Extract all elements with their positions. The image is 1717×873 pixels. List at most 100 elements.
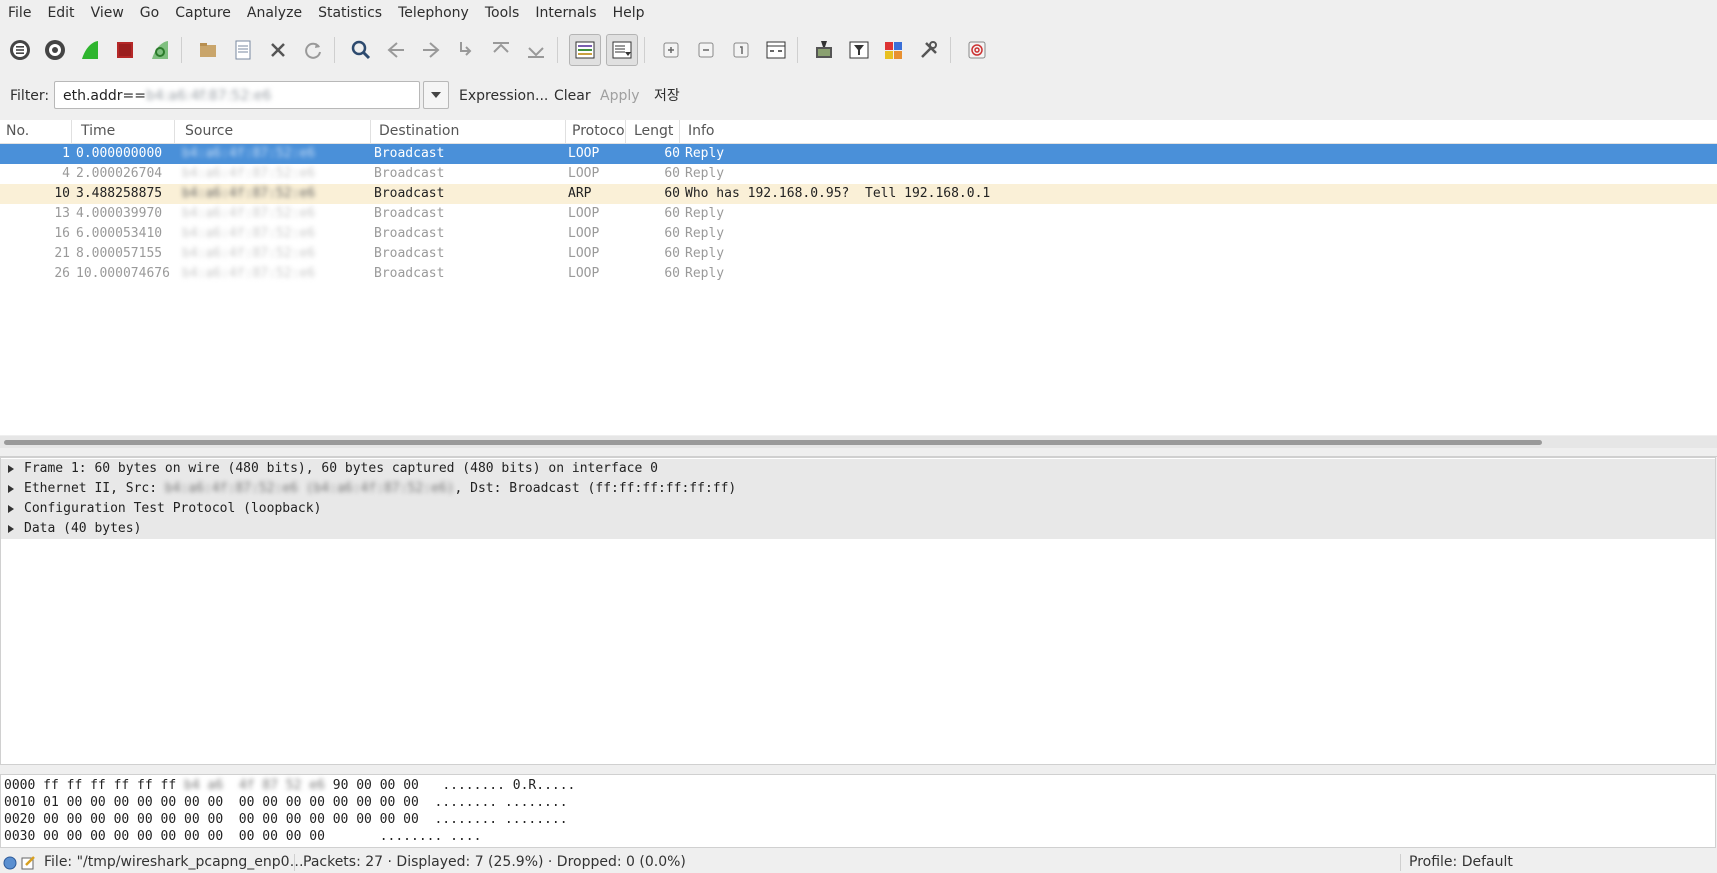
restart-capture-icon[interactable] (145, 35, 175, 65)
options-icon[interactable] (40, 35, 70, 65)
tree-item-loopback[interactable]: Configuration Test Protocol (loopback) (1, 499, 1715, 519)
coloring-rules-icon[interactable] (879, 35, 909, 65)
open-file-icon[interactable] (193, 35, 223, 65)
capture-filters-icon[interactable] (809, 35, 839, 65)
interfaces-icon[interactable] (5, 35, 35, 65)
packet-bytes-pane[interactable]: 0000 ff ff ff ff ff ff b4 a6 4f 87 52 e6… (0, 774, 1716, 848)
capture-comment-icon[interactable] (21, 855, 36, 870)
bytes-hex: ff ff ff ff ff ff (35, 778, 185, 793)
help-icon[interactable] (962, 35, 992, 65)
go-forward-icon[interactable] (416, 35, 446, 65)
column-destination[interactable]: Destination (373, 120, 566, 143)
column-protocol[interactable]: Protocol (566, 120, 626, 143)
column-source[interactable]: Source (179, 120, 371, 143)
last-packet-icon[interactable] (521, 35, 551, 65)
menu-telephony[interactable]: Telephony (390, 0, 477, 27)
filter-dropdown-button[interactable] (423, 81, 449, 109)
column-time[interactable]: Time (75, 120, 175, 143)
main-toolbar (0, 29, 1717, 71)
status-separator (1400, 854, 1401, 871)
toolbar-separator (181, 37, 182, 63)
status-packets: Packets: 27 · Displayed: 7 (25.9%) · Dro… (303, 854, 686, 870)
colorize-icon[interactable] (569, 34, 601, 66)
start-capture-icon[interactable] (75, 35, 105, 65)
save-filter-button[interactable]: 저장 (654, 79, 680, 113)
zoom-out-icon[interactable] (691, 35, 721, 65)
packet-row[interactable]: 13 4.000039970 b4:a6:4f:87:52:e6 Broadca… (0, 204, 1717, 224)
menu-capture[interactable]: Capture (167, 0, 239, 27)
expression-button[interactable]: Expression... (459, 79, 548, 113)
menu-view[interactable]: View (83, 0, 132, 27)
packet-details-tree: Frame 1: 60 bytes on wire (480 bits), 60… (0, 457, 1716, 765)
menu-statistics[interactable]: Statistics (310, 0, 390, 27)
column-info[interactable]: Info (682, 120, 1717, 143)
tree-item-label: Configuration Test Protocol (loopback) (24, 501, 322, 516)
normal-size-icon[interactable] (726, 35, 756, 65)
first-packet-icon[interactable] (486, 35, 516, 65)
packet-info: Reply (685, 146, 725, 161)
reload-icon[interactable] (298, 35, 328, 65)
display-filter-input[interactable]: eth.addr==b4:a6:4f:87:52:e6 (54, 81, 420, 109)
find-packet-icon[interactable] (346, 35, 376, 65)
menu-go[interactable]: Go (132, 0, 167, 27)
status-profile[interactable]: Profile: Default (1409, 852, 1513, 873)
packet-row[interactable]: 16 6.000053410 b4:a6:4f:87:52:e6 Broadca… (0, 224, 1717, 244)
zoom-in-icon[interactable] (656, 35, 686, 65)
packet-row[interactable]: 1 0.000000000 b4:a6:4f:87:52:e6 Broadcas… (0, 144, 1717, 164)
bytes-hex: 90 00 00 00 (324, 778, 419, 793)
packet-row[interactable]: 4 2.000026704 b4:a6:4f:87:52:e6 Broadcas… (0, 164, 1717, 184)
go-back-icon[interactable] (381, 35, 411, 65)
apply-button[interactable]: Apply (600, 79, 640, 113)
bytes-ascii: ........ ........ (418, 812, 568, 827)
packet-destination: Broadcast (374, 226, 445, 241)
packet-no: 21 (54, 246, 70, 261)
expert-info-icon[interactable] (3, 856, 17, 870)
packet-source: b4:a6:4f:87:52:e6 (182, 266, 316, 281)
packet-protocol: LOOP (568, 246, 600, 261)
packet-source: b4:a6:4f:87:52:e6 (182, 146, 316, 161)
expand-arrow-icon[interactable] (8, 485, 14, 493)
packet-length: 60 (664, 166, 680, 181)
menu-edit[interactable]: Edit (39, 0, 82, 27)
pane-splitter[interactable] (0, 448, 1717, 457)
packet-info: Reply (685, 206, 725, 221)
menu-file[interactable]: File (0, 0, 39, 27)
go-to-packet-icon[interactable] (451, 35, 481, 65)
packet-list-scrollbar[interactable] (0, 436, 1717, 448)
packet-destination: Broadcast (374, 246, 445, 261)
menu-help[interactable]: Help (605, 0, 653, 27)
packet-time: 3.488258875 (76, 186, 163, 201)
menu-internals[interactable]: Internals (527, 0, 604, 27)
packet-row[interactable]: 26 10.000074676 b4:a6:4f:87:52:e6 Broadc… (0, 264, 1717, 284)
menu-analyze[interactable]: Analyze (239, 0, 310, 27)
column-length[interactable]: Lengt (628, 120, 680, 143)
tree-item-ethernet[interactable]: Ethernet II, Src: b4:a6:4f:87:52:e6 (b4:… (1, 479, 1715, 499)
packet-length: 60 (664, 146, 680, 161)
column-no[interactable]: No. (0, 120, 72, 143)
resize-columns-icon[interactable] (761, 35, 791, 65)
tree-item-frame[interactable]: Frame 1: 60 bytes on wire (480 bits), 60… (1, 459, 1715, 479)
bytes-ascii: ........ ........ (418, 795, 568, 810)
preferences-icon[interactable] (914, 35, 944, 65)
packet-row[interactable]: 10 3.488258875 b4:a6:4f:87:52:e6 Broadca… (0, 184, 1717, 204)
packet-no: 4 (62, 166, 70, 181)
packet-length: 60 (664, 206, 680, 221)
packet-protocol: LOOP (568, 266, 600, 281)
scrollbar-thumb[interactable] (4, 440, 1542, 445)
expand-arrow-icon[interactable] (8, 465, 14, 473)
packet-time: 6.000053410 (76, 226, 163, 241)
packet-row[interactable]: 21 8.000057155 b4:a6:4f:87:52:e6 Broadca… (0, 244, 1717, 264)
display-filters-icon[interactable] (844, 35, 874, 65)
tree-item-data[interactable]: Data (40 bytes) (1, 519, 1715, 539)
menu-tools[interactable]: Tools (477, 0, 528, 27)
expand-arrow-icon[interactable] (8, 505, 14, 513)
save-file-icon[interactable] (228, 35, 258, 65)
clear-button[interactable]: Clear (554, 79, 591, 113)
auto-scroll-icon[interactable] (606, 34, 638, 66)
close-file-icon[interactable] (263, 35, 293, 65)
packet-no: 10 (54, 186, 70, 201)
packet-no: 16 (54, 226, 70, 241)
filter-bar: Filter: eth.addr==b4:a6:4f:87:52:e6 Expr… (0, 79, 1717, 113)
expand-arrow-icon[interactable] (8, 525, 14, 533)
stop-capture-icon[interactable] (110, 35, 140, 65)
